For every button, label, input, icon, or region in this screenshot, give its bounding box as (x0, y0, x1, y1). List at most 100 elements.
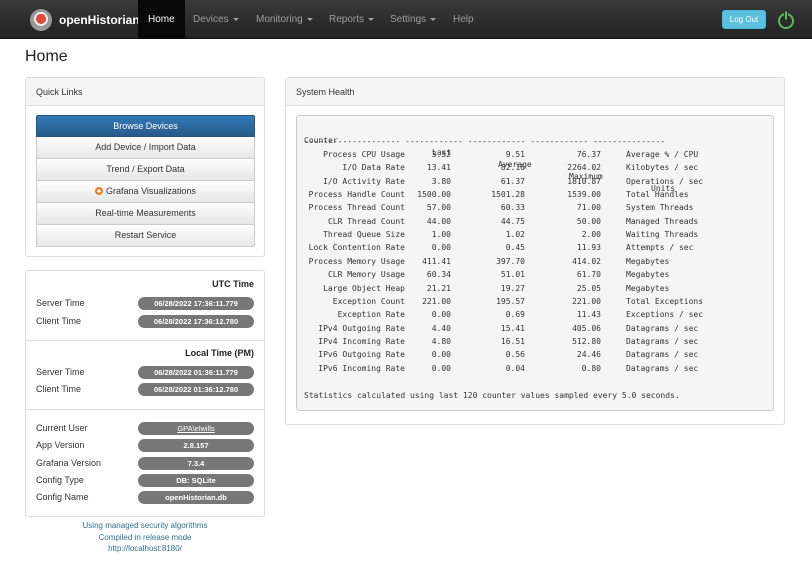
stats-cell-units: System Threads (626, 203, 694, 213)
stats-cell-units: Waiting Threads (626, 230, 699, 240)
security-note: Using managed security algorithms (82, 521, 208, 530)
time-info-panel: UTC Time Server Time 06/28/2022 17:36:11… (25, 270, 265, 517)
stats-row: CLR Memory Usage 60.34 51.01 61.70 Megabytes (297, 269, 773, 281)
stats-cell-units: Datagrams / sec (626, 323, 699, 333)
stats-row: IPv6 Outgoing Rate 0.00 0.56 24.46 Datagrams… (297, 349, 773, 361)
stats-cell-units: Datagrams / sec (626, 363, 699, 373)
caret-down-icon (368, 17, 375, 21)
quick-links-panel: Quick Links Browse Devices Add Device / … (25, 77, 265, 257)
stats-cell-maximum: 50.00 (576, 216, 601, 226)
stats-row: Exception Rate 0.00 0.69 11.43 Exceptions / … (297, 309, 773, 321)
stats-separator: -------------------- ------------ ------… (304, 137, 666, 146)
grafana-visualizations-button[interactable]: Grafana Visualizations (36, 181, 255, 203)
stats-cell-maximum: 0.80 (581, 363, 601, 373)
stats-cell-counter: Process Memory Usage (308, 256, 405, 266)
grafana-visualizations-label: Grafana Visualizations (106, 186, 196, 196)
add-device-button[interactable]: Add Device / Import Data (36, 137, 255, 159)
restart-service-button[interactable]: Restart Service (36, 225, 255, 247)
nav-settings-label: Settings (390, 14, 427, 25)
logout-button[interactable]: Log Out (722, 10, 766, 29)
current-user-link[interactable]: GPA\elwills (177, 424, 214, 433)
stats-row: I/O Data Rate 13.41 82.16 2264.02 Kilobytes … (297, 162, 773, 174)
stats-cell-counter: I/O Data Rate (342, 163, 405, 173)
stats-cell-units: Kilobytes / sec (626, 163, 699, 173)
stats-cell-last: 1500.00 (417, 190, 451, 200)
app-version-value: 2.8.157 (138, 439, 254, 452)
stats-cell-average: 0.45 (505, 243, 525, 253)
config-name-label: Config Name (36, 492, 89, 502)
stats-cell-average: 9.51 (505, 150, 525, 159)
stats-cell-maximum: 76.37 (576, 150, 601, 159)
stats-cell-last: 0.00 (431, 310, 451, 320)
browse-devices-button[interactable]: Browse Devices (36, 115, 255, 137)
openhistorian-logo-icon (30, 9, 52, 31)
divider (26, 409, 264, 410)
stats-cell-counter: Thread Queue Size (323, 230, 405, 240)
stats-cell-counter: CLR Memory Usage (327, 270, 405, 280)
stats-cell-maximum: 221.00 (572, 296, 601, 306)
stats-cell-average: 0.56 (505, 350, 525, 360)
stats-cell-last: 4.80 (431, 336, 451, 346)
stats-cell-average: 16.51 (500, 336, 525, 346)
stats-cell-last: 60.34 (426, 270, 451, 280)
stats-cell-counter: Lock Contention Rate (308, 243, 405, 253)
realtime-measurements-button[interactable]: Real-time Measurements (36, 203, 255, 225)
stats-cell-average: 0.69 (505, 310, 525, 320)
brand[interactable]: openHistorian (30, 8, 140, 32)
stats-cell-last: 3.52 (431, 150, 451, 159)
stats-cell-units: Datagrams / sec (626, 336, 699, 346)
stats-cell-counter: IPv4 Incoming Rate (318, 336, 405, 346)
nav-help[interactable]: Help (453, 0, 474, 39)
stats-cell-units: Operations / sec (626, 176, 704, 186)
stats-cell-last: 57.00 (426, 203, 451, 213)
stats-cell-average: 1.02 (505, 230, 525, 240)
trend-export-button[interactable]: Trend / Export Data (36, 159, 255, 181)
stats-row: Process CPU Usage 3.52 9.51 76.37 Average % … (297, 149, 773, 161)
stats-cell-maximum: 1539.00 (567, 190, 601, 200)
stats-cell-maximum: 71.00 (576, 203, 601, 213)
stats-cell-maximum: 11.43 (576, 310, 601, 320)
nav-monitoring[interactable]: Monitoring (256, 0, 313, 39)
nav-reports[interactable]: Reports (329, 0, 375, 39)
compile-mode-note: Compiled in release mode (98, 532, 192, 542)
local-server-time-label: Server Time (36, 367, 85, 377)
stats-row: IPv6 Incoming Rate 0.00 0.04 0.80 Datagrams … (297, 363, 773, 375)
stats-cell-average: 15.41 (500, 323, 525, 333)
stats-cell-counter: IPv6 Incoming Rate (318, 363, 405, 373)
grafana-version-value: 7.3.4 (138, 457, 254, 470)
local-client-time-label: Client Time (36, 384, 82, 394)
quick-links-heading: Quick Links (26, 78, 264, 106)
nav-settings[interactable]: Settings (390, 0, 437, 39)
power-icon[interactable] (777, 10, 795, 30)
nav-reports-label: Reports (329, 14, 365, 25)
utc-time-title: UTC Time (212, 279, 254, 289)
stats-cell-average: 44.75 (500, 216, 525, 226)
build-info: Using managed security algorithms Compil… (25, 520, 265, 555)
config-type-label: Config Type (36, 475, 84, 485)
stats-cell-units: Managed Threads (626, 216, 699, 226)
page-title: Home (25, 48, 68, 65)
stats-cell-maximum: 1810.87 (567, 176, 601, 186)
stats-row: Process Thread Count 57.00 60.33 71.00 Syste… (297, 202, 773, 214)
stats-cell-average: 19.27 (500, 283, 525, 293)
stats-cell-average: 61.37 (500, 176, 525, 186)
stats-row: Large Object Heap 21.21 19.27 25.05 Megabyte… (297, 283, 773, 295)
stats-cell-last: 21.21 (426, 283, 451, 293)
stats-cell-last: 0.00 (431, 350, 451, 360)
stats-row: IPv4 Incoming Rate 4.80 16.51 512.80 Datagra… (297, 336, 773, 348)
stats-cell-units: Megabytes (626, 283, 670, 293)
grafana-icon (95, 187, 104, 195)
stats-row: Lock Contention Rate 0.00 0.45 11.93 Attempt… (297, 242, 773, 254)
stats-cell-last: 3.80 (431, 176, 451, 186)
stats-cell-units: Total Exceptions (626, 296, 704, 306)
utc-server-time-value: 06/28/2022 17:36:11.779 (138, 297, 254, 310)
current-user-label: Current User (36, 423, 88, 433)
nav-home[interactable]: Home (138, 0, 185, 39)
stats-cell-average: 1501.28 (491, 190, 525, 200)
stats-row: CLR Thread Count 44.00 44.75 50.00 Managed T… (297, 216, 773, 228)
stats-row: I/O Activity Rate 3.80 61.37 1810.87 Operati… (297, 176, 773, 188)
stats-row: Thread Queue Size 1.00 1.02 2.00 Waiting Thr… (297, 229, 773, 241)
stats-cell-last: 221.00 (422, 296, 451, 306)
nav-devices[interactable]: Devices (193, 0, 239, 39)
stats-cell-average: 195.57 (496, 296, 525, 306)
